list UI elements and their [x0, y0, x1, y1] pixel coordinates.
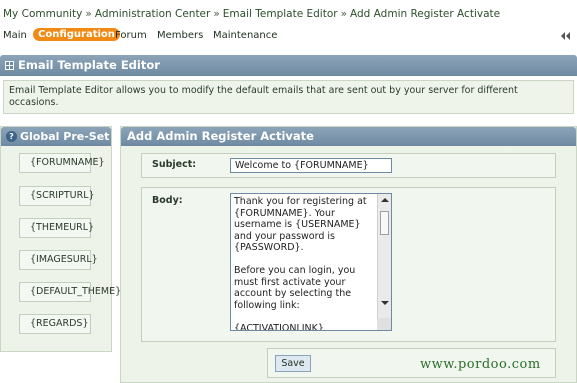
grid-icon: [5, 61, 14, 70]
subject-label: Subject:: [152, 159, 197, 170]
subject-input[interactable]: [230, 158, 392, 173]
body-label: Body:: [152, 195, 183, 206]
nav-item-main[interactable]: Main: [3, 30, 27, 41]
nav-item-configuration[interactable]: Configuration: [33, 28, 120, 41]
nav-item-maintenance[interactable]: Maintenance: [213, 30, 277, 41]
scroll-thumb[interactable]: [380, 211, 389, 235]
body-row: Body: Thank you for registering at {FORU…: [141, 187, 556, 342]
watermark: www.pordoo.com: [420, 357, 541, 372]
breadcrumb: My Community» Administration Center» Email…: [3, 8, 500, 20]
preset-regards[interactable]: {REGARDS}: [19, 314, 91, 334]
preset-scripturl[interactable]: {SCRIPTURL}: [19, 186, 95, 206]
page-title: Email Template Editor: [18, 58, 160, 72]
breadcrumb-administration-center[interactable]: Administration Center: [95, 8, 211, 20]
save-button[interactable]: Save: [275, 355, 311, 372]
scroll-down-icon[interactable]: [381, 301, 389, 305]
preset-forumname[interactable]: {FORUMNAME}: [19, 153, 105, 173]
global-preset-panel: ? Global Pre-Set {FORUMNAME} {SCRIPTURL}…: [0, 126, 121, 352]
global-preset-title: Global Pre-Set: [20, 130, 110, 143]
scroll-up-icon[interactable]: [381, 198, 389, 202]
editor-title: Add Admin Register Activate: [121, 127, 576, 146]
preset-imagesurl[interactable]: {IMAGESURL}: [19, 250, 98, 270]
breadcrumb-separator: »: [85, 8, 92, 20]
preset-default-theme[interactable]: {DEFAULT_THEME}: [19, 282, 121, 302]
breadcrumb-my-community[interactable]: My Community: [3, 8, 82, 20]
preset-themeurl[interactable]: {THEMEURL}: [19, 218, 94, 238]
nav-item-forum[interactable]: Forum: [115, 30, 147, 41]
global-preset-header: ? Global Pre-Set: [1, 127, 111, 146]
description-text: Email Template Editor allows you to modi…: [9, 85, 518, 108]
breadcrumb-separator: »: [340, 8, 348, 20]
help-icon[interactable]: ?: [6, 131, 17, 142]
body-scrollbar[interactable]: [377, 194, 391, 330]
breadcrumb-separator: »: [213, 8, 220, 20]
double-chevron-left-icon[interactable]: [559, 31, 571, 41]
main-navigation: Main Configuration Forum Members Mainten…: [0, 28, 577, 46]
body-textarea[interactable]: Thank you for registering at {FORUMNAME}…: [230, 193, 392, 331]
body-text[interactable]: Thank you for registering at {FORUMNAME}…: [234, 196, 376, 330]
description-box: Email Template Editor allows you to modi…: [3, 80, 574, 114]
nav-item-members[interactable]: Members: [157, 30, 203, 41]
subject-row: Subject:: [141, 153, 556, 178]
resize-grip-icon[interactable]: [377, 318, 391, 330]
page-header: Email Template Editor: [0, 55, 577, 76]
breadcrumb-current-page: Add Admin Register Activate: [350, 8, 501, 20]
breadcrumb-email-template-editor[interactable]: Email Template Editor: [223, 8, 338, 20]
